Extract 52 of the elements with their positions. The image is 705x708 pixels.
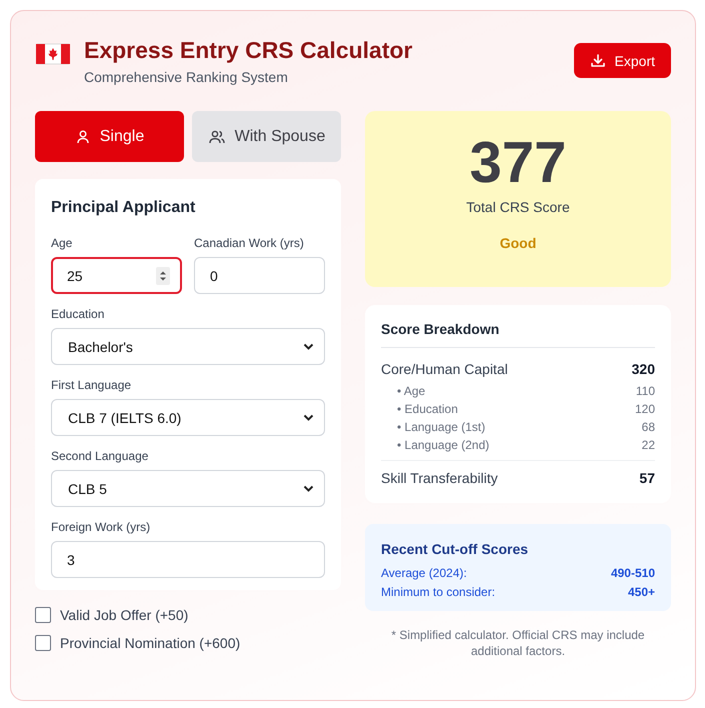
cutoff-label: Minimum to consider: <box>381 585 496 599</box>
breakdown-label: • Age <box>397 384 426 398</box>
cutoff-value: 450+ <box>628 585 655 599</box>
dropdown-field[interactable]: CLB 5 <box>51 470 325 507</box>
field-label: First Language <box>51 378 132 392</box>
mode-tab[interactable]: Single <box>35 111 184 162</box>
flag-icon <box>36 42 70 66</box>
footnote: * Simplified calculator. Official CRS may include additional factors. <box>390 627 646 659</box>
breakdown-value: 110 <box>636 384 655 398</box>
users-icon <box>208 128 226 144</box>
app-subtitle: Comprehensive Ranking System <box>84 69 289 85</box>
app-title: Express Entry CRS Calculator <box>84 37 413 64</box>
number-field[interactable]: 25 <box>51 257 182 294</box>
dropdown-field[interactable]: CLB 7 (IELTS 6.0) <box>51 399 325 436</box>
user-icon <box>74 128 91 144</box>
checkbox-label: Provincial Nomination (+600) <box>60 635 240 651</box>
chevron-down-icon <box>303 414 314 422</box>
cutoff-label: Average (2024): <box>381 566 467 580</box>
field-label: Second Language <box>51 449 150 463</box>
cutoff-value: 490-510 <box>610 566 655 580</box>
chevron-down-icon <box>303 484 314 492</box>
chevron-down-icon <box>303 342 314 350</box>
total-score: 377 <box>470 129 566 197</box>
export-button[interactable]: Export <box>574 43 671 78</box>
number-field[interactable]: 0 <box>194 257 325 294</box>
field-label: Age <box>51 236 74 250</box>
breakdown-value: 22 <box>642 438 655 452</box>
score-label: Total CRS Score <box>466 199 570 215</box>
download-icon <box>590 52 606 68</box>
field-label: Canadian Work (yrs) <box>194 236 305 250</box>
checkbox-label: Valid Job Offer (+50) <box>60 607 188 623</box>
form-title: Principal Applicant <box>51 199 196 217</box>
breakdown-label: Skill Transferability <box>381 470 498 486</box>
dropdown-field[interactable]: Bachelor's <box>51 328 325 365</box>
breakdown-label: • Education <box>397 402 458 416</box>
checkbox[interactable] <box>35 635 51 651</box>
checkbox[interactable] <box>35 607 51 623</box>
breakdown-value: 120 <box>634 402 655 416</box>
breakdown-label: • Language (1st) <box>397 420 486 434</box>
score-rating: Good <box>500 235 536 251</box>
field-label: Foreign Work (yrs) <box>51 520 152 534</box>
breakdown-label: • Language (2nd) <box>397 438 490 452</box>
breakdown-value: 57 <box>639 470 655 486</box>
mode-tab[interactable]: With Spouse <box>192 111 341 162</box>
breakdown-title: Score Breakdown <box>381 321 655 348</box>
breakdown-value: 68 <box>642 420 655 434</box>
breakdown-label: Core/Human Capital <box>381 361 508 377</box>
stepper-icon[interactable] <box>156 266 170 284</box>
field-label: Education <box>51 307 106 321</box>
number-field[interactable]: 3 <box>51 541 325 578</box>
breakdown-value: 320 <box>632 361 655 377</box>
cutoff-title: Recent Cut-off Scores <box>381 541 530 557</box>
